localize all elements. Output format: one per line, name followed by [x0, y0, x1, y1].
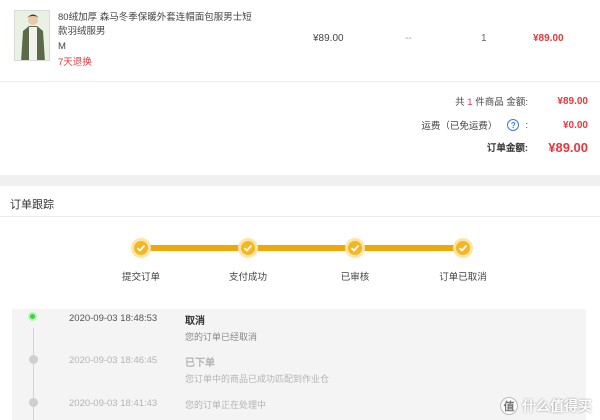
product-subtotal: ¥89.00: [533, 33, 564, 44]
watermark-text: 什么值得买: [522, 398, 592, 414]
shipping-label: 运费（已免运费）: [421, 121, 498, 132]
item-count-label: 共 1 件商品 金额:: [455, 94, 528, 108]
log-time: 2020-09-03 18:41:43: [69, 398, 158, 409]
log-desc: 您的订单正在处理中: [185, 400, 267, 410]
step-label: 订单已取消: [439, 272, 487, 283]
timeline-dot-active: [28, 312, 37, 321]
order-tracking: 订单跟踪 提交订单 支付成功 已审核 订单已取消 2020-09-03 18:4…: [0, 186, 600, 420]
log-status: 取消: [185, 316, 205, 327]
product-discount: --: [405, 33, 412, 44]
step-label: 支付成功: [228, 272, 267, 283]
return-policy: 7天退换: [58, 57, 92, 68]
step-check-icon: [131, 238, 151, 258]
product-thumbnail[interactable]: [14, 10, 50, 61]
product-title[interactable]: 80绒加厚 森马冬季保暖外套连帽面包服男士短款羽绒服男: [58, 11, 258, 39]
item-amount: ¥89.00: [557, 95, 588, 107]
log-desc: 您的订单已经取消: [185, 332, 258, 342]
divider: [0, 216, 600, 217]
log-time: 2020-09-03 18:46:45: [69, 355, 158, 366]
order-summary: 共 1 件商品 金额: ¥89.00 运费（已免运费） ? : ¥0.00 订单…: [0, 82, 600, 175]
timeline-dot: [29, 398, 38, 407]
product-quantity: 1: [481, 33, 487, 44]
timeline-dot: [29, 355, 38, 364]
count-suffix: 件商品 金额:: [475, 97, 528, 108]
watermark: 值 什么值得买: [500, 396, 592, 416]
step-check-icon: [453, 238, 473, 258]
product-size: M: [58, 41, 66, 52]
order-total-label: 订单金额:: [486, 143, 528, 154]
help-icon[interactable]: ?: [507, 119, 520, 131]
step-check-icon: [345, 238, 365, 258]
item-count-line: 共 1 件商品 金额: ¥89.00: [455, 94, 588, 109]
count-prefix: 共: [455, 97, 465, 108]
log-time: 2020-09-03 18:48:53: [69, 313, 158, 324]
tracking-title: 订单跟踪: [10, 199, 54, 211]
log-desc: 您订单中的商品已成功匹配到作业仓: [185, 374, 330, 384]
product-price: ¥89.00: [313, 33, 344, 44]
order-total-line: 订单金额: ¥89.00: [486, 139, 588, 155]
step-check-icon: [238, 238, 258, 258]
order-total-value: ¥89.00: [548, 139, 588, 155]
progress-bar: [141, 245, 463, 251]
step-label: 已审核: [340, 272, 370, 283]
watermark-logo-icon: 值: [500, 397, 518, 415]
log-status: 已下单: [185, 358, 215, 369]
product-row: 80绒加厚 森马冬季保暖外套连帽面包服男士短款羽绒服男 M 7天退换 ¥89.0…: [0, 0, 600, 82]
step-label: 提交订单: [121, 272, 160, 283]
item-count: 1: [467, 97, 473, 108]
shipping-line: 运费（已免运费） ? : ¥0.00: [421, 118, 588, 132]
shipping-value: ¥0.00: [562, 119, 588, 131]
